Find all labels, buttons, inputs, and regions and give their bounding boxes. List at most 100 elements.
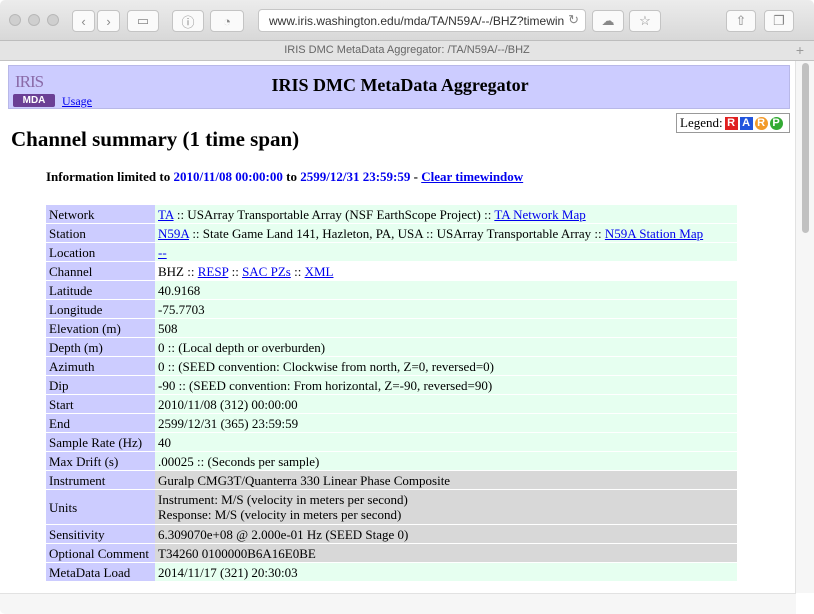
extension-button[interactable]: ◔ bbox=[210, 10, 244, 32]
chevron-left-icon: ‹ bbox=[81, 13, 86, 29]
row-value: 0 :: (SEED convention: Clockwise from no… bbox=[155, 357, 737, 375]
network-code-link[interactable]: TA bbox=[158, 207, 174, 222]
end-time-link[interactable]: 2599/12/31 23:59:59 bbox=[300, 169, 410, 184]
xml-link[interactable]: XML bbox=[305, 264, 334, 279]
station-description: :: State Game Land 141, Hazleton, PA, US… bbox=[192, 225, 602, 241]
header-banner: IRIS MDA Usage IRIS DMC MetaData Aggrega… bbox=[8, 65, 790, 109]
row-label: Sensitivity bbox=[46, 525, 155, 543]
row-label: Channel bbox=[46, 262, 155, 280]
tab-title[interactable]: IRIS DMC MetaData Aggregator: /TA/N59A/-… bbox=[284, 44, 530, 56]
usage-link[interactable]: Usage bbox=[62, 94, 92, 109]
channel-code: BHZ bbox=[158, 263, 184, 279]
row-label: Units bbox=[46, 490, 155, 524]
row-value: 40.9168 bbox=[155, 281, 737, 299]
station-map-link[interactable]: N59A Station Map bbox=[605, 226, 703, 241]
page-title: Channel summary (1 time span) bbox=[11, 127, 300, 151]
time-window-info: Information limited to 2010/11/08 00:00:… bbox=[46, 169, 523, 185]
table-row: Azimuth 0 :: (SEED convention: Clockwise… bbox=[46, 357, 737, 375]
station-code-link[interactable]: N59A bbox=[158, 226, 189, 241]
scrollbar-thumb[interactable] bbox=[802, 63, 809, 233]
table-row: Units Instrument: M/S (velocity in meter… bbox=[46, 490, 737, 524]
star-icon: ☆ bbox=[639, 13, 651, 28]
back-button[interactable]: ‹ bbox=[72, 10, 95, 32]
minimize-window-button[interactable] bbox=[28, 14, 40, 26]
table-row: Sample Rate (Hz) 40 bbox=[46, 433, 737, 451]
separator: :: bbox=[187, 263, 195, 279]
sidebar-icon: ▭ bbox=[136, 13, 150, 28]
row-value: -90 :: (SEED convention: From horizontal… bbox=[155, 376, 737, 394]
clear-timewindow-link[interactable]: Clear timewindow bbox=[421, 169, 523, 184]
bookmark-button[interactable]: ☆ bbox=[629, 10, 661, 32]
row-value: BHZ :: RESP :: SAC PZs :: XML bbox=[155, 262, 737, 280]
chevron-right-icon: › bbox=[106, 13, 111, 29]
table-row: Dip -90 :: (SEED convention: From horizo… bbox=[46, 376, 737, 394]
row-value: 508 bbox=[155, 319, 737, 337]
sac-pzs-link[interactable]: SAC PZs bbox=[242, 264, 291, 279]
location-code-link[interactable]: -- bbox=[158, 245, 167, 260]
row-label: Optional Comment bbox=[46, 544, 155, 562]
reload-icon[interactable]: ↻ bbox=[568, 12, 579, 28]
row-value: Guralp CMG3T/Quanterra 330 Linear Phase … bbox=[155, 471, 737, 489]
start-time-link[interactable]: 2010/11/08 00:00:00 bbox=[173, 169, 282, 184]
row-label: Start bbox=[46, 395, 155, 413]
table-row: Network TA :: USArray Transportable Arra… bbox=[46, 205, 737, 223]
table-row: Longitude -75.7703 bbox=[46, 300, 737, 318]
legend-a-blue[interactable]: A bbox=[739, 116, 753, 130]
bottom-bar bbox=[0, 593, 796, 614]
tab-bar: IRIS DMC MetaData Aggregator: /TA/N59A/-… bbox=[0, 41, 814, 61]
units-response: Response: M/S (velocity in meters per se… bbox=[158, 507, 402, 522]
reader-info-button[interactable]: ⓘ bbox=[172, 10, 204, 32]
row-value: 40 bbox=[155, 433, 737, 451]
table-row: Channel BHZ :: RESP :: SAC PZs :: XML bbox=[46, 262, 737, 280]
toolbar: ‹ › ▭ ⓘ ◔ www.iris.washington.edu/mda/TA… bbox=[0, 0, 814, 41]
info-prefix: Information limited to bbox=[46, 169, 171, 184]
row-value: 2014/11/17 (321) 20:30:03 bbox=[155, 563, 737, 581]
separator: :: bbox=[231, 263, 239, 279]
tabs-icon: ❐ bbox=[773, 13, 785, 28]
legend-r-orange[interactable]: R bbox=[754, 116, 768, 130]
row-value: T34260 0100000B6A16E0BE bbox=[155, 544, 737, 562]
share-button[interactable]: ⇧ bbox=[726, 10, 756, 32]
table-row: Elevation (m) 508 bbox=[46, 319, 737, 337]
page-content: IRIS MDA Usage IRIS DMC MetaData Aggrega… bbox=[0, 61, 796, 593]
row-label: Max Drift (s) bbox=[46, 452, 155, 470]
info-icon: ⓘ bbox=[181, 14, 195, 30]
separator: :: bbox=[294, 263, 302, 279]
table-row: Location -- bbox=[46, 243, 737, 261]
row-value: TA :: USArray Transportable Array (NSF E… bbox=[155, 205, 737, 223]
row-value: Instrument: M/S (velocity in meters per … bbox=[155, 490, 737, 524]
resp-link[interactable]: RESP bbox=[198, 264, 229, 279]
site-title: IRIS DMC MetaData Aggregator bbox=[271, 75, 529, 95]
table-row: Start 2010/11/08 (312) 00:00:00 bbox=[46, 395, 737, 413]
new-tab-icon[interactable]: + bbox=[796, 41, 804, 60]
row-value: 2599/12/31 (365) 23:59:59 bbox=[155, 414, 737, 432]
network-map-link[interactable]: TA Network Map bbox=[494, 207, 585, 222]
table-row: Latitude 40.9168 bbox=[46, 281, 737, 299]
forward-button[interactable]: › bbox=[97, 10, 120, 32]
share-icon: ⇧ bbox=[735, 13, 747, 28]
close-window-button[interactable] bbox=[9, 14, 21, 26]
row-label: Elevation (m) bbox=[46, 319, 155, 337]
channel-summary-table: Network TA :: USArray Transportable Arra… bbox=[46, 204, 737, 582]
tabs-overview-button[interactable]: ❐ bbox=[764, 10, 794, 32]
table-row: Optional Comment T34260 0100000B6A16E0BE bbox=[46, 544, 737, 562]
table-row: Sensitivity 6.309070e+08 @ 2.000e-01 Hz … bbox=[46, 525, 737, 543]
row-value: -75.7703 bbox=[155, 300, 737, 318]
network-description: :: USArray Transportable Array (NSF Eart… bbox=[176, 206, 492, 222]
legend-r-red[interactable]: R bbox=[724, 116, 738, 130]
sidebar-button[interactable]: ▭ bbox=[127, 10, 159, 32]
row-label: Sample Rate (Hz) bbox=[46, 433, 155, 451]
table-row: Max Drift (s) .00025 :: (Seconds per sam… bbox=[46, 452, 737, 470]
address-bar[interactable]: www.iris.washington.edu/mda/TA/N59A/--/B… bbox=[258, 9, 586, 32]
url-text: www.iris.washington.edu/mda/TA/N59A/--/B… bbox=[269, 13, 565, 28]
row-label: Depth (m) bbox=[46, 338, 155, 356]
info-to: to bbox=[286, 169, 297, 184]
row-label: Location bbox=[46, 243, 155, 261]
zoom-window-button[interactable] bbox=[47, 14, 59, 26]
cloud-button[interactable]: ☁ bbox=[592, 10, 624, 32]
legend-label: Legend: bbox=[680, 115, 723, 130]
row-value: .00025 :: (Seconds per sample) bbox=[155, 452, 737, 470]
legend-p-green[interactable]: P bbox=[769, 116, 783, 130]
cloud-icon: ☁ bbox=[601, 13, 615, 28]
row-label: Longitude bbox=[46, 300, 155, 318]
